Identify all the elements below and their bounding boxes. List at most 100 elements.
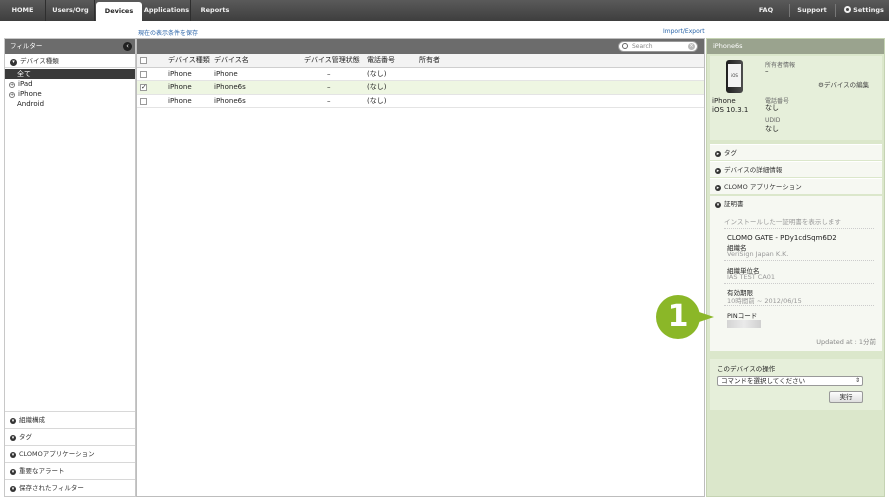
cell-device-name: iPhone6s xyxy=(214,83,246,91)
certificate-header[interactable]: ▾ 証明書 xyxy=(710,196,882,212)
updated-at: Updated at : 1分前 xyxy=(816,338,876,346)
edit-device-label: デバイスの編集 xyxy=(823,81,870,89)
nav-support-link[interactable]: Support xyxy=(797,0,827,21)
cell-management-status: – xyxy=(327,96,331,105)
divider xyxy=(724,283,874,284)
accordion-label: タグ xyxy=(724,149,737,157)
run-button[interactable]: 実行 xyxy=(829,391,863,403)
sidebar-bottom-sections: ▾ 組織構成 ▾ タグ ▾ CLOMOアプリケーション ▾ 重要なアラート ▾ 保存された… xyxy=(5,411,135,496)
col-phone-number[interactable]: 電話番号 xyxy=(367,54,395,67)
section-label: 重要なアラート xyxy=(19,467,65,475)
col-management-status[interactable]: デバイス管理状態 xyxy=(304,54,360,67)
section-org-structure[interactable]: ▾ 組織構成 xyxy=(5,411,135,428)
nav-divider xyxy=(835,4,836,17)
gear-icon xyxy=(844,6,852,13)
col-owner[interactable]: 所有者 xyxy=(419,54,440,67)
accordion-clomo-apps[interactable]: ▸ CLOMO アプリケーション xyxy=(710,178,882,194)
nav-tab-devices[interactable]: Devices xyxy=(96,2,142,21)
collapse-icon[interactable]: ‹ xyxy=(123,42,132,51)
udid-value: なし xyxy=(765,125,779,133)
filter-item-ipad[interactable]: + iPad xyxy=(5,79,135,89)
phone-screen-label: iOS xyxy=(728,64,741,87)
cell-management-status: – xyxy=(327,83,331,91)
udid-label: UDID xyxy=(765,117,781,124)
row-checkbox[interactable] xyxy=(140,97,147,105)
chevron-down-icon: ▾ xyxy=(10,486,16,492)
certificate-name: CLOMO GATE - PDy1cdSqm6D2 xyxy=(727,234,837,242)
section-clomo-apps[interactable]: ▾ CLOMOアプリケーション xyxy=(5,445,135,462)
certificate-hint: インストールした一証明書を表示します xyxy=(724,218,841,226)
col-device-name[interactable]: デバイス名 xyxy=(214,54,249,67)
cell-phone-number: (なし) xyxy=(367,96,387,105)
select-all-checkbox[interactable] xyxy=(140,57,147,64)
command-select-value: コマンドを選択してください xyxy=(721,377,806,385)
device-list-toolbar: Search × xyxy=(137,39,704,54)
expand-icon[interactable]: + xyxy=(9,82,15,88)
certificate-section: ▾ 証明書 インストールした一証明書を表示します CLOMO GATE - PDy… xyxy=(710,196,882,351)
col-device-type[interactable]: デバイス種類 xyxy=(168,54,210,67)
top-navigation-bar: HOME Users/Org Devices Applications Repo… xyxy=(0,0,889,21)
row-checkbox[interactable] xyxy=(140,70,147,78)
nav-tab-reports[interactable]: Reports xyxy=(191,0,239,21)
filter-sidebar: フィルター ‹ ▾ デバイス種類 全て + iPad + iPhone Android… xyxy=(4,38,136,497)
edit-device-link[interactable]: ⚙デバイスの編集 xyxy=(818,79,869,89)
chevron-down-icon: ▾ xyxy=(10,452,16,458)
section-label: タグ xyxy=(19,433,32,441)
device-os-version: iOS 10.3.1 xyxy=(712,106,749,114)
chevron-right-icon: ▸ xyxy=(715,168,721,174)
command-select[interactable]: コマンドを選択してください ⇕ xyxy=(717,376,863,386)
chevron-down-icon: ▾ xyxy=(715,202,721,208)
nav-tab-home[interactable]: HOME xyxy=(0,0,46,21)
table-row[interactable]: ✓ iPhone iPhone6s – (なし) xyxy=(137,81,704,95)
section-label: CLOMOアプリケーション xyxy=(19,450,95,458)
device-type-section-header[interactable]: ▾ デバイス種類 xyxy=(5,54,135,68)
nav-faq-link[interactable]: FAQ xyxy=(752,0,780,21)
cell-phone-number: (なし) xyxy=(367,69,387,78)
select-arrows-icon: ⇕ xyxy=(854,377,860,384)
owner-label: 所有者情報 xyxy=(765,62,796,69)
import-export-link[interactable]: Import/Export xyxy=(663,28,705,35)
chevron-down-icon: ▾ xyxy=(10,435,16,441)
callout-badge: 1 xyxy=(656,295,700,339)
clear-icon[interactable]: × xyxy=(688,43,695,50)
save-filter-link[interactable]: 現在の表示条件を保存 xyxy=(138,28,198,37)
chevron-down-icon: ▾ xyxy=(10,418,16,424)
chevron-right-icon: ▸ xyxy=(715,151,721,157)
search-input[interactable]: Search × xyxy=(618,41,698,52)
expiry-value: 10時間前 ~ 2012/06/15 xyxy=(727,297,802,305)
operations-title: このデバイスの操作 xyxy=(717,365,776,373)
divider xyxy=(724,305,874,306)
chevron-down-icon: ▾ xyxy=(10,469,16,475)
section-important-alerts[interactable]: ▾ 重要なアラート xyxy=(5,462,135,479)
device-list-panel: Search × デバイス種類 デバイス名 デバイス管理状態 電話番号 所有者 … xyxy=(136,38,705,497)
filter-item-all[interactable]: 全て xyxy=(5,69,135,79)
nav-divider xyxy=(789,4,790,17)
expand-icon[interactable]: + xyxy=(9,92,15,98)
nav-tab-applications[interactable]: Applications xyxy=(143,0,191,21)
search-placeholder: Search xyxy=(632,43,653,50)
row-checkbox-checked[interactable]: ✓ xyxy=(140,84,147,91)
accordion-tags[interactable]: ▸ タグ xyxy=(710,144,882,160)
cell-device-name: iPhone xyxy=(214,69,238,78)
cell-device-type: iPhone xyxy=(168,96,192,105)
table-row[interactable]: iPhone iPhone6s – (なし) xyxy=(137,95,704,108)
filter-item-android[interactable]: Android xyxy=(5,99,135,109)
cell-device-type: iPhone xyxy=(168,83,192,91)
accordion-label: デバイスの詳細情報 xyxy=(724,166,783,174)
accordion-label: CLOMO アプリケーション xyxy=(724,183,802,191)
nav-settings-link[interactable]: Settings xyxy=(843,0,885,21)
nav-tab-users-org[interactable]: Users/Org xyxy=(47,0,95,21)
table-row[interactable]: iPhone iPhone – (なし) xyxy=(137,68,704,81)
filter-item-iphone[interactable]: + iPhone xyxy=(5,89,135,99)
section-saved-filters[interactable]: ▾ 保存されたフィルター xyxy=(5,479,135,496)
section-tags[interactable]: ▾ タグ xyxy=(5,428,135,445)
filter-item-label: iPhone xyxy=(18,90,42,98)
divider xyxy=(724,228,874,229)
chevron-right-icon: ▸ xyxy=(715,185,721,191)
accordion-device-details[interactable]: ▸ デバイスの詳細情報 xyxy=(710,161,882,177)
section-label: 組織構成 xyxy=(19,416,45,424)
org-unit-value: IAS TEST CA01 xyxy=(727,273,776,281)
certificate-title: 証明書 xyxy=(724,200,744,208)
filter-title: フィルター xyxy=(10,42,43,50)
table-header: デバイス種類 デバイス名 デバイス管理状態 電話番号 所有者 xyxy=(137,54,704,68)
